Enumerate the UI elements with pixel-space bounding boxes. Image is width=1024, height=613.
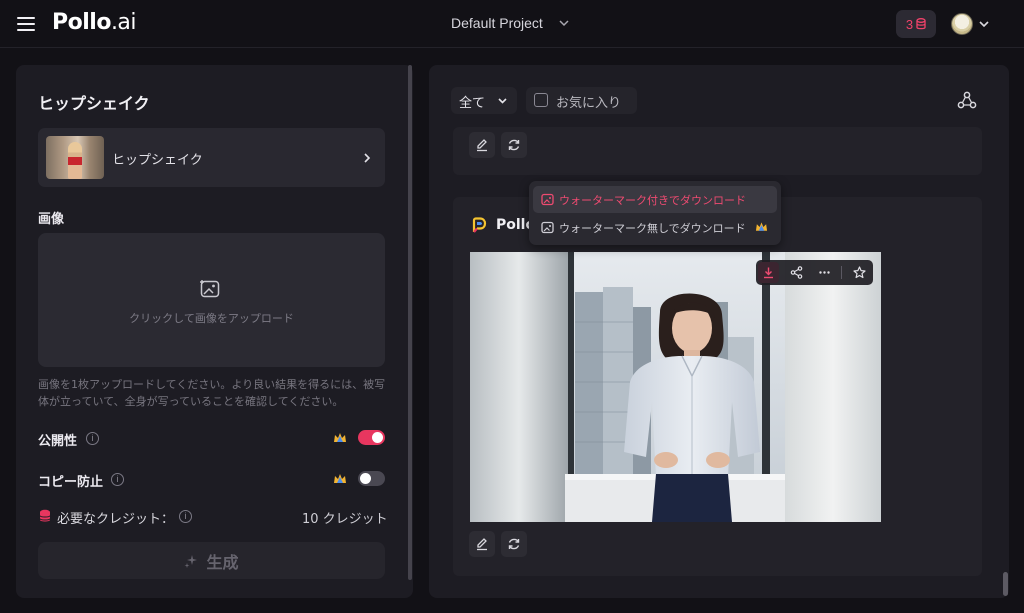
download-without-watermark[interactable]: ウォーターマーク無しでダウンロード: [533, 214, 777, 241]
favorites-checkbox[interactable]: [534, 93, 548, 107]
regenerate-button[interactable]: [501, 132, 527, 158]
image-toolbar: [756, 260, 873, 285]
pollo-logo-icon: [472, 217, 487, 233]
sparkle-icon: [184, 554, 198, 568]
favorite-button[interactable]: [849, 262, 870, 283]
refresh-icon: [508, 538, 520, 550]
chevron-down-icon: [498, 98, 507, 104]
more-icon: [819, 271, 830, 274]
credits-count: 3: [905, 16, 914, 32]
share-button[interactable]: [786, 262, 807, 283]
copy-protect-toggle[interactable]: [358, 471, 385, 486]
share-icon: [790, 266, 803, 279]
public-label: 公開性: [38, 434, 78, 449]
info-icon[interactable]: i: [179, 510, 192, 523]
edit-button[interactable]: [469, 132, 495, 158]
crown-icon: [334, 433, 346, 442]
filter-dropdown[interactable]: 全て: [451, 87, 517, 114]
image-upload-area[interactable]: [38, 233, 385, 367]
template-label: ヒップシェイク: [112, 153, 203, 168]
generate-button[interactable]: 生成: [38, 542, 385, 579]
edit-icon: [477, 538, 487, 551]
image-upload-icon: [200, 280, 220, 298]
scrollbar[interactable]: [1003, 572, 1008, 596]
chevron-right-icon: [364, 153, 371, 163]
chevron-down-icon[interactable]: [558, 17, 570, 29]
credits-badge[interactable]: 3: [896, 10, 936, 38]
upload-instruction: クリックして画像をアップロード: [129, 312, 294, 325]
download-with-watermark[interactable]: ウォーターマーク付きでダウンロード: [533, 186, 777, 213]
avatar[interactable]: [951, 13, 973, 35]
favorites-label: お気に入り: [556, 96, 622, 111]
crown-icon: [755, 222, 768, 231]
favorites-filter[interactable]: お気に入り: [526, 87, 637, 114]
result-card: [453, 127, 982, 175]
generated-image[interactable]: [470, 252, 881, 522]
copy-protect-label: コピー防止: [38, 475, 104, 490]
regenerate-button[interactable]: [501, 531, 527, 557]
database-icon: [39, 509, 51, 522]
share-icon[interactable]: [957, 91, 977, 109]
project-selector[interactable]: Default Project: [451, 15, 543, 31]
download-button[interactable]: [758, 262, 779, 283]
download-icon: [764, 267, 773, 279]
refresh-icon: [508, 139, 520, 151]
app-logo[interactable]: Pollo.ai: [52, 10, 137, 35]
image-icon: [541, 221, 554, 234]
page-title: ヒップシェイク: [38, 94, 150, 113]
info-icon[interactable]: i: [111, 473, 124, 486]
image-icon: [541, 193, 554, 206]
menu-item-label: ウォーターマーク付きでダウンロード: [559, 194, 746, 207]
edit-button[interactable]: [469, 531, 495, 557]
more-button[interactable]: [814, 262, 835, 283]
menu-icon[interactable]: [17, 16, 35, 31]
upload-hint: 画像を1枚アップロードしてください。より良い結果を得るには、被写体が立っていて、…: [38, 378, 386, 408]
download-menu: ウォーターマーク付きでダウンロード ウォーターマーク無しでダウンロード: [529, 181, 781, 245]
credits-needed-label: 必要なクレジット：: [57, 512, 175, 527]
filter-label: 全て: [459, 96, 486, 111]
star-icon: [853, 266, 866, 279]
top-bar: Pollo.ai Default Project 3: [0, 0, 1024, 48]
public-toggle[interactable]: [358, 430, 385, 445]
credits-needed-value: 10 クレジット: [302, 512, 388, 527]
image-section-label: 画像: [38, 212, 65, 227]
chevron-down-icon[interactable]: [978, 18, 990, 30]
info-icon[interactable]: i: [86, 432, 99, 445]
crown-icon: [334, 474, 346, 483]
generate-label: 生成: [206, 552, 239, 572]
database-icon: [916, 18, 926, 30]
scrollbar[interactable]: [408, 65, 412, 580]
template-thumbnail: [46, 136, 104, 179]
edit-icon: [477, 139, 487, 152]
menu-item-label: ウォーターマーク無しでダウンロード: [559, 222, 746, 235]
divider: [841, 266, 842, 279]
